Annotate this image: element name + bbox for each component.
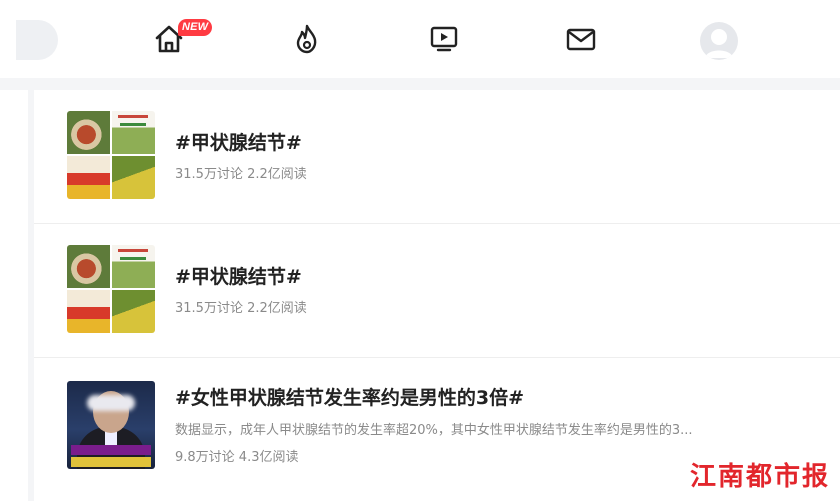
topic-title[interactable]: #女性甲状腺结节发生率约是男性的3倍# <box>175 383 524 410</box>
mail-icon[interactable] <box>564 22 598 56</box>
topic-title[interactable]: #甲状腺结节# <box>175 128 302 155</box>
topic-thumbnail[interactable] <box>67 111 155 199</box>
topic-item[interactable]: #甲状腺结节# 31.5万讨论 2.2亿阅读 <box>34 90 840 224</box>
topic-title[interactable]: #甲状腺结节# <box>175 262 302 289</box>
topic-stats: 31.5万讨论 2.2亿阅读 <box>175 167 307 182</box>
search-box-edge[interactable] <box>16 20 58 60</box>
topic-thumbnail[interactable] <box>67 381 155 469</box>
fire-icon[interactable] <box>290 22 324 56</box>
section-divider <box>0 78 840 90</box>
new-badge: NEW <box>178 19 213 36</box>
topic-thumbnail[interactable] <box>67 245 155 333</box>
top-nav-bar: NEW <box>0 0 840 78</box>
topic-item[interactable]: #甲状腺结节# 31.5万讨论 2.2亿阅读 <box>34 224 840 358</box>
avatar[interactable] <box>700 22 738 60</box>
topic-description: 数据显示，成年人甲状腺结节的发生率超20%，其中女性甲状腺结节发生率约是男性的3… <box>175 423 693 438</box>
weibo-hot-topics-page: NEW #甲状腺结节# 31.5万讨论 2.2亿阅读 #甲状腺结节# 31.5万… <box>0 0 840 501</box>
topic-stats: 9.8万讨论 4.3亿阅读 <box>175 450 299 465</box>
publisher-watermark: 江南都市报 <box>689 462 830 492</box>
video-play-icon[interactable] <box>427 22 461 56</box>
topic-stats: 31.5万讨论 2.2亿阅读 <box>175 301 307 316</box>
topic-list: #甲状腺结节# 31.5万讨论 2.2亿阅读 #甲状腺结节# 31.5万讨论 2… <box>28 90 840 501</box>
